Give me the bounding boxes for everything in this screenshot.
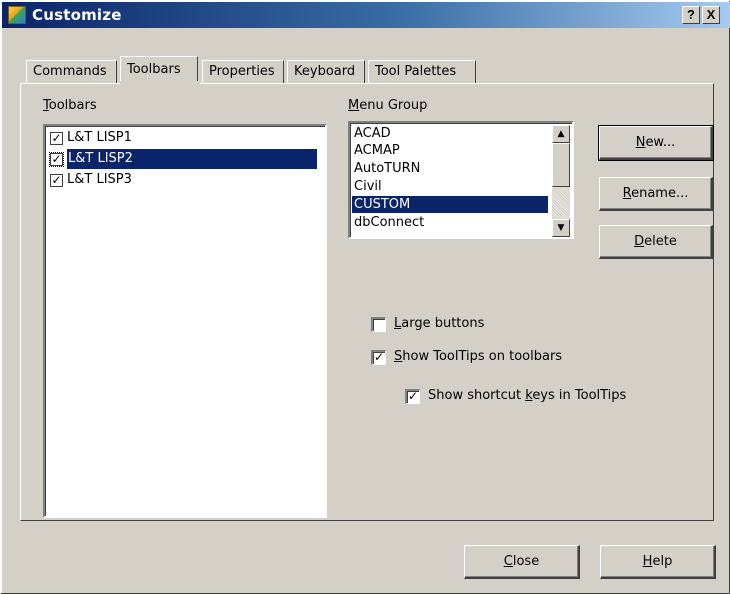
menu-group-list[interactable]: ACAD ACMAP AutoTURN Civil CUSTOM dbConne… <box>348 121 574 239</box>
toolbar-name: L&T LISP1 <box>67 130 132 145</box>
toolbar-name: L&T LISP2 <box>67 149 317 169</box>
list-item[interactable]: ACMAP <box>352 142 548 159</box>
toolbars-list[interactable]: ✓ L&T LISP1 ✓ L&T LISP2 ✓ L&T LISP3 <box>43 124 327 518</box>
rename-button[interactable]: Rename... <box>599 177 713 211</box>
title-bar[interactable]: Customize ? X <box>2 2 730 28</box>
scroll-up-icon[interactable]: ▲ <box>552 125 570 143</box>
tab-toolbars[interactable]: Toolbars <box>120 56 198 84</box>
new-button[interactable]: New... <box>598 125 714 161</box>
close-icon[interactable]: X <box>702 6 720 24</box>
toolbar-checkbox[interactable]: ✓ <box>50 174 63 187</box>
autocad-app-icon <box>8 6 26 24</box>
show-tooltips-checkbox[interactable]: ✓ <box>371 349 386 365</box>
tab-commands[interactable]: Commands <box>26 60 117 84</box>
help-button[interactable]: Help <box>600 545 716 579</box>
show-tooltips-option[interactable]: ✓ Show ToolTips on toolbars <box>371 349 562 366</box>
toolbar-checkbox[interactable]: ✓ <box>49 152 64 167</box>
list-item[interactable]: dbConnect <box>352 214 548 231</box>
list-item[interactable]: ✓ L&T LISP3 <box>47 170 323 190</box>
large-buttons-checkbox[interactable] <box>371 316 386 332</box>
toolbar-name: L&T LISP3 <box>67 172 132 187</box>
show-shortcut-keys-checkbox[interactable]: ✓ <box>405 388 420 404</box>
toolbars-tab-panel: Toolbars ✓ L&T LISP1 ✓ L&T LISP2 ✓ L&T L… <box>20 83 714 521</box>
menu-group-label: Menu Group <box>348 98 428 113</box>
delete-button[interactable]: Delete <box>599 225 713 259</box>
active-tab-joiner <box>120 81 200 85</box>
scroll-down-icon[interactable]: ▼ <box>552 219 570 237</box>
list-item[interactable]: ✓ L&T LISP1 <box>47 128 323 148</box>
list-item[interactable]: ACAD <box>352 125 548 142</box>
tab-properties[interactable]: Properties <box>202 60 284 84</box>
toolbars-label: Toolbars <box>43 98 97 113</box>
large-buttons-option[interactable]: Large buttons <box>371 316 484 333</box>
toolbar-checkbox[interactable]: ✓ <box>50 132 63 145</box>
list-item[interactable]: AutoTURN <box>352 160 548 177</box>
list-item[interactable]: CUSTOM <box>352 196 548 213</box>
close-button[interactable]: Close <box>464 545 580 579</box>
tab-keyboard[interactable]: Keyboard <box>287 60 365 84</box>
scroll-thumb[interactable] <box>552 143 570 187</box>
show-shortcut-keys-option[interactable]: ✓ Show shortcut keys in ToolTips <box>405 388 626 405</box>
list-item[interactable]: Civil <box>352 178 548 195</box>
customize-dialog: Customize ? X Commands Toolbars Properti… <box>0 0 730 594</box>
window-title: Customize <box>32 6 122 24</box>
tab-tool-palettes[interactable]: Tool Palettes <box>368 60 476 84</box>
list-item[interactable]: ✓ L&T LISP2 <box>47 149 323 169</box>
help-icon[interactable]: ? <box>682 6 700 24</box>
menu-group-scrollbar[interactable]: ▲ ▼ <box>552 125 570 237</box>
